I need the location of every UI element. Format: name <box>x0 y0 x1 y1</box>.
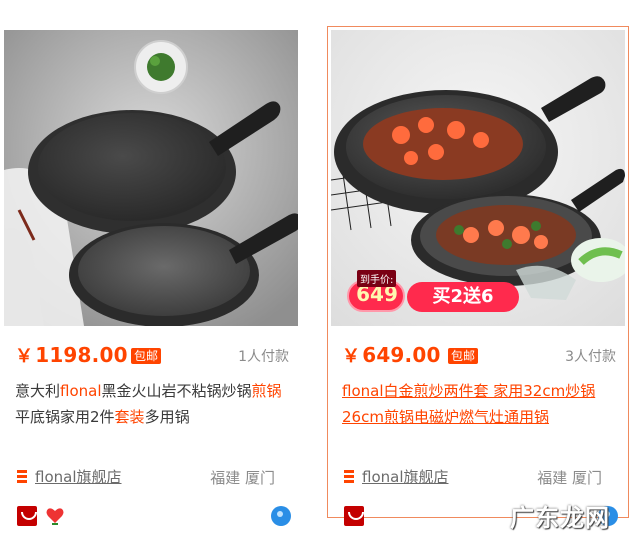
shop-link[interactable]: flonal旗舰店 <box>362 466 449 487</box>
tmall-icon[interactable] <box>344 506 364 526</box>
service-icons <box>15 504 291 528</box>
wangwang-icon[interactable] <box>271 506 291 526</box>
promo-deal: 买2送6 <box>407 282 519 312</box>
location: 福建 厦门 <box>210 469 275 487</box>
product-title[interactable]: 意大利flonal黑金火山岩不粘锅炒锅煎锅平底锅家用2件套装多用锅 <box>15 378 291 430</box>
tmall-icon[interactable] <box>17 506 37 526</box>
shop-link[interactable]: flonal旗舰店 <box>35 466 122 487</box>
price: ￥ 649.00 <box>342 343 441 367</box>
product-card-1[interactable]: ￥ 1198.00 包邮 1人付款 意大利flonal黑金火山岩不粘锅炒锅煎锅平底… <box>0 26 302 526</box>
price-row: ￥ 1198.00 包邮 1人付款 <box>15 342 289 368</box>
shop-icon <box>344 470 354 484</box>
shop-row: flonal旗舰店 福建 厦门 <box>15 465 289 489</box>
price: ￥ 1198.00 <box>15 343 128 367</box>
promo-banner: 到手价: 649 买2送6 <box>347 268 533 312</box>
promo-top-label: 到手价: <box>357 270 397 287</box>
price-row: ￥ 649.00 包邮 3人付款 <box>342 342 616 368</box>
sales-count: 1人付款 <box>238 349 289 365</box>
free-shipping-badge: 包邮 <box>448 348 479 364</box>
product-card-2[interactable]: 到手价: 649 买2送6 ￥ 649.00 包邮 3人付款 flonal白金煎炒… <box>327 26 629 526</box>
shop-row: flonal旗舰店 福建 厦门 <box>342 465 616 489</box>
shop-icon <box>17 470 27 484</box>
location: 福建 厦门 <box>537 469 602 487</box>
sales-count: 3人付款 <box>565 349 616 365</box>
heart-icon[interactable] <box>45 506 65 526</box>
product-image-1[interactable] <box>4 30 298 326</box>
free-shipping-badge: 包邮 <box>131 348 162 364</box>
product-title[interactable]: flonal白金煎炒两件套 家用32cm炒锅26cm煎锅电磁炉燃气灶通用锅 <box>342 378 618 430</box>
watermark-text: 广东龙网 <box>510 504 610 532</box>
product-image-2[interactable]: 到手价: 649 买2送6 <box>331 30 625 326</box>
